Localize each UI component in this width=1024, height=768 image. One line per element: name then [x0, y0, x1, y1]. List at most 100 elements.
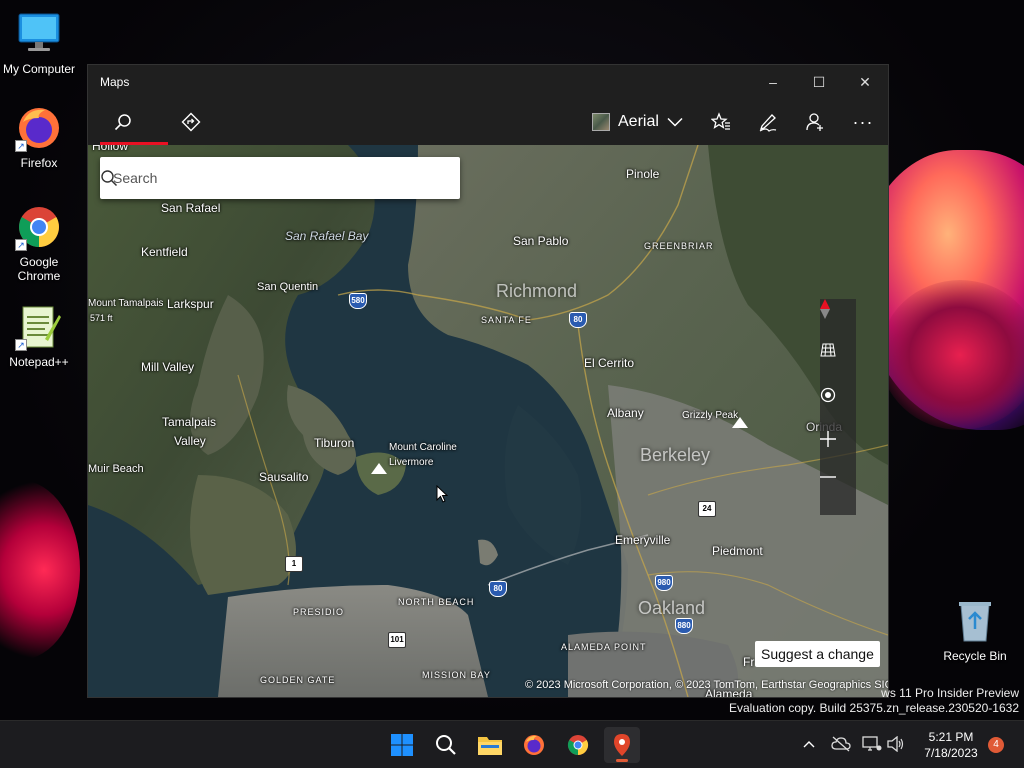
volume-tray-icon[interactable]: [885, 733, 907, 755]
taskbar-maps[interactable]: [604, 727, 640, 763]
notification-badge[interactable]: 4: [988, 737, 1004, 753]
clock-date: 7/18/2023: [924, 746, 978, 760]
recycle-bin-icon: [951, 597, 999, 645]
map-label: Tiburon: [314, 436, 355, 450]
chevron-up-icon: [803, 741, 815, 748]
map-label: Fr: [743, 655, 755, 669]
desktop-icon-firefox[interactable]: ↗ Firefox: [0, 104, 79, 170]
map-label: Emeryville: [615, 533, 671, 547]
search-icon: [114, 114, 131, 131]
map-canvas[interactable]: Hollow San Rafael San Rafael Bay San Pab…: [88, 145, 888, 697]
desktop-icon-my-computer[interactable]: My Computer: [0, 10, 79, 76]
mountain-icon: [732, 417, 748, 428]
account-button[interactable]: [792, 99, 838, 145]
map-label: Richmond: [496, 281, 578, 301]
map-label: Albany: [607, 406, 644, 420]
map-copyright: © 2023 Microsoft Corporation, © 2023 Tom…: [525, 679, 888, 691]
directions-button[interactable]: [168, 99, 214, 145]
highway-shield: 580: [349, 293, 367, 309]
close-button[interactable]: ✕: [842, 65, 888, 99]
taskbar: 5:21 PM 7/18/2023 4: [0, 720, 1024, 768]
zoom-in-button[interactable]: [820, 431, 856, 475]
map-label: NORTH BEACH: [398, 597, 475, 607]
map-label: Larkspur: [167, 297, 214, 311]
map-label: Kentfield: [141, 245, 188, 259]
zoom-out-button[interactable]: [820, 475, 856, 519]
network-icon: [862, 736, 882, 751]
highway-shield: 24: [698, 501, 716, 517]
taskbar-search-button[interactable]: [428, 727, 464, 763]
more-options-button[interactable]: ···: [840, 99, 886, 145]
grid-tilt-icon: [820, 343, 836, 357]
shortcut-arrow-icon: ↗: [15, 140, 27, 152]
shortcut-arrow-icon: ↗: [15, 239, 27, 251]
map-label: El Cerrito: [584, 356, 635, 370]
minimize-button[interactable]: –: [750, 65, 796, 99]
location-icon: [820, 387, 836, 403]
map-label: GREENBRIAR: [644, 241, 714, 251]
highway-shield: 880: [675, 618, 693, 634]
desktop-icon-recycle-bin[interactable]: Recycle Bin: [935, 597, 1015, 663]
desktop-icon-google-chrome[interactable]: ↗ Google Chrome: [0, 203, 79, 283]
taskbar-firefox[interactable]: [516, 727, 552, 763]
compass-button[interactable]: [820, 299, 856, 343]
clock-time: 5:21 PM: [928, 730, 974, 744]
maximize-button[interactable]: ☐: [796, 65, 842, 99]
map-label: GOLDEN GATE: [260, 675, 336, 685]
show-hidden-icons-button[interactable]: [798, 733, 820, 755]
title-bar[interactable]: Maps – ☐ ✕: [88, 65, 888, 99]
search-icon: [436, 735, 456, 755]
plus-icon: [820, 431, 836, 447]
map-label: Mount Caroline: [389, 442, 457, 453]
directions-icon: [181, 112, 201, 132]
tilt-view-button[interactable]: [820, 343, 856, 387]
shortcut-arrow-icon: ↗: [15, 339, 27, 351]
map-label: Piedmont: [712, 544, 763, 558]
wallpaper-swirl: [880, 280, 1024, 430]
firefox-icon: [524, 735, 544, 755]
account-icon: [806, 113, 823, 131]
firefox-icon: ↗: [15, 104, 63, 152]
speaker-icon: [887, 736, 904, 752]
highway-shield: 101: [388, 632, 406, 648]
windows-watermark: Evaluation copy. Build 25375.zn_release.…: [729, 701, 1019, 715]
taskbar-file-explorer[interactable]: [472, 727, 508, 763]
highway-shield: 80: [489, 581, 507, 597]
map-label: San Rafael Bay: [285, 229, 369, 243]
start-button[interactable]: [384, 727, 420, 763]
suggest-change-button[interactable]: Suggest a change: [755, 641, 880, 667]
chrome-icon: ↗: [15, 203, 63, 251]
desktop-icon-label: Firefox: [20, 156, 58, 170]
maps-window[interactable]: Maps – ☐ ✕ Aerial ··· Hollow San Rafael …: [87, 64, 889, 698]
my-location-button[interactable]: [820, 387, 856, 431]
favorites-icon: [711, 112, 730, 130]
map-label: Mill Valley: [141, 360, 195, 374]
windows-watermark: ws 11 Pro Insider Preview: [881, 686, 1019, 700]
map-label: ALAMEDA POINT: [561, 642, 647, 652]
ink-pen-icon: [759, 114, 777, 132]
system-clock[interactable]: 5:21 PM 7/18/2023: [916, 729, 986, 761]
search-input[interactable]: [100, 157, 420, 199]
maps-toolbar: Aerial ···: [88, 99, 888, 145]
map-search-box[interactable]: [100, 157, 460, 199]
onedrive-tray-icon[interactable]: [830, 733, 852, 755]
aerial-thumbnail-icon: [592, 113, 610, 131]
favorites-button[interactable]: [698, 99, 744, 145]
map-view-selector[interactable]: Aerial: [592, 107, 683, 137]
map-label: San Pablo: [513, 234, 569, 248]
desktop-icon-label: My Computer: [2, 62, 76, 76]
search-icon[interactable]: [100, 169, 118, 187]
map-label: Oakland: [638, 598, 706, 618]
search-tab-button[interactable]: [100, 99, 168, 145]
taskbar-chrome[interactable]: [560, 727, 596, 763]
map-label: Muir Beach: [88, 463, 144, 475]
map-view-label: Aerial: [618, 113, 659, 130]
map-label: Grizzly Peak: [682, 410, 739, 421]
network-tray-icon[interactable]: [861, 733, 883, 755]
map-label: Berkeley: [640, 445, 711, 465]
map-label: San Rafael: [161, 201, 221, 215]
window-title: Maps: [100, 75, 130, 89]
ink-button[interactable]: [745, 99, 791, 145]
desktop-icon-notepad-plus-plus[interactable]: ↗ Notepad++: [0, 303, 79, 369]
map-label: Hollow: [92, 145, 129, 153]
